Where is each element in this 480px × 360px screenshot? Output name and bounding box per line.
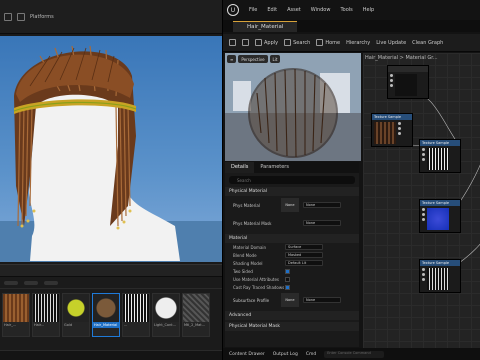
filter-chip[interactable]: [4, 280, 18, 285]
menu-tools[interactable]: Tools: [340, 7, 352, 13]
tab-parameters[interactable]: Parameters: [254, 162, 295, 173]
cast-ray-traced-shadows-row: Cast Ray Traced Shadows: [225, 283, 359, 291]
material-editor-window: U File Edit Asset Window Tools Help Hair…: [222, 0, 480, 360]
asset-tile[interactable]: Hair...: [32, 293, 60, 337]
asset-tile[interactable]: Gold: [62, 293, 90, 337]
phys-mask-row: Phys Material Mask None: [225, 214, 359, 232]
head-silhouette: [28, 84, 180, 262]
search-icon: [284, 39, 292, 46]
apply-button[interactable]: Apply: [255, 39, 278, 46]
texture-sample-node[interactable]: [387, 65, 429, 99]
material-preview-viewport[interactable]: ≡ Perspective Lit: [225, 53, 361, 161]
section-material[interactable]: Material: [225, 234, 359, 243]
console-command-input[interactable]: Enter Console Command: [324, 350, 385, 358]
texture-sample-node[interactable]: Texture Sample: [419, 139, 461, 173]
phys-material-dropdown[interactable]: None: [303, 202, 341, 208]
blend-mode-dropdown[interactable]: Masked: [285, 252, 323, 258]
home-button[interactable]: Home: [316, 39, 340, 46]
cmd-dropdown[interactable]: Cmd: [306, 352, 316, 357]
content-drawer-button[interactable]: Content Drawer: [229, 352, 265, 357]
asset-tile[interactable]: Mtl_2_Mat...: [182, 293, 210, 337]
platforms-menu[interactable]: Platforms: [30, 14, 54, 20]
details-panel: Details Parameters Search Physical Mater…: [225, 162, 359, 347]
section-physical-material-mask[interactable]: Physical Material Mask: [225, 322, 359, 331]
hierarchy-button[interactable]: Hierarchy: [346, 40, 370, 46]
material-graph[interactable]: Hair_Material > Material Gr... Texture S…: [363, 53, 480, 348]
cast-ray-traced-shadows-checkbox[interactable]: [285, 284, 290, 290]
phys-mask-slot[interactable]: [281, 216, 299, 230]
preview-toolbar: ≡ Perspective Lit: [227, 55, 281, 63]
folder-icon: [242, 39, 249, 46]
content-browser-header: [0, 265, 222, 277]
details-tabs: Details Parameters: [225, 162, 359, 173]
shading-model-row: Shading Model Default Lit: [225, 259, 359, 267]
grid-icon[interactable]: [17, 12, 25, 21]
menu-file[interactable]: File: [249, 7, 257, 13]
asset-tile[interactable]: ...: [122, 293, 150, 337]
material-domain-dropdown[interactable]: Surface: [285, 244, 323, 250]
level-viewport[interactable]: [0, 36, 222, 262]
material-domain-row: Material Domain Surface: [225, 243, 359, 251]
content-browser-filters: [0, 277, 222, 289]
lit-button[interactable]: Lit: [269, 55, 281, 63]
preview-sphere-render: [225, 53, 361, 161]
save-button[interactable]: [229, 39, 236, 46]
document-tabs: Hair_Material: [223, 20, 480, 32]
filter-chip[interactable]: [24, 280, 38, 285]
content-browser-status: [0, 350, 222, 360]
home-icon: [316, 39, 324, 46]
search-button[interactable]: Search: [284, 39, 310, 46]
clean-graph-button[interactable]: Clean Graph: [412, 40, 443, 46]
material-toolbar: Apply Search Home Hierarchy Live Update …: [223, 34, 480, 52]
status-bar: Content Drawer Output Log Cmd Enter Cons…: [223, 348, 480, 360]
menu-bar: U File Edit Asset Window Tools Help: [223, 0, 480, 20]
use-material-attributes-row: Use Material Attributes: [225, 275, 359, 283]
live-update-button[interactable]: Live Update: [376, 40, 406, 46]
phys-material-row: Phys Material None None: [225, 196, 359, 214]
tab-hair-material[interactable]: Hair_Material: [233, 21, 298, 32]
filter-chip[interactable]: [44, 280, 58, 285]
texture-sample-node[interactable]: Texture Sample: [371, 113, 413, 147]
hair-mesh-render: [0, 45, 222, 262]
menu-help[interactable]: Help: [363, 7, 374, 13]
section-physical-material[interactable]: Physical Material: [225, 187, 359, 196]
asset-tile-selected[interactable]: Hair_Material: [92, 293, 120, 337]
subsurface-dropdown[interactable]: None: [303, 297, 341, 303]
tab-details[interactable]: Details: [225, 162, 255, 173]
level-editor-toolbar: Platforms: [0, 0, 222, 34]
save-icon: [229, 39, 236, 46]
level-editor-window: Platforms Hair_... Hair... Gold Hair_Mat…: [0, 0, 222, 360]
perspective-button[interactable]: Perspective: [238, 55, 268, 63]
texture-sample-node[interactable]: Texture Sample: [419, 199, 461, 233]
two-sided-row: Two Sided: [225, 267, 359, 275]
asset-grid: Hair_... Hair... Gold Hair_Material ...: [0, 293, 210, 337]
subsurface-profile-row: Subsurface Profile None None: [225, 291, 359, 309]
content-browser: Hair_... Hair... Gold Hair_Material ...: [0, 264, 222, 360]
two-sided-checkbox[interactable]: [285, 268, 290, 274]
browse-button[interactable]: [242, 39, 249, 46]
phys-material-slot[interactable]: None: [281, 198, 299, 212]
output-log-button[interactable]: Output Log: [273, 352, 298, 357]
preview-options-button[interactable]: ≡: [227, 55, 237, 63]
subsurface-slot[interactable]: None: [281, 293, 299, 307]
unreal-logo-icon: U: [227, 4, 239, 16]
shading-model-dropdown[interactable]: Default Lit: [285, 260, 323, 266]
screen: Platforms Hair_... Hair... Gold Hair_Mat…: [0, 0, 480, 360]
texture-sample-node[interactable]: Texture Sample: [419, 259, 461, 293]
menu-window[interactable]: Window: [311, 7, 331, 13]
select-icon[interactable]: [4, 12, 12, 21]
menu-asset[interactable]: Asset: [287, 7, 301, 13]
phys-mask-dropdown[interactable]: None: [303, 220, 341, 226]
check-icon: [255, 39, 262, 46]
use-material-attributes-checkbox[interactable]: [285, 276, 290, 282]
details-search-input[interactable]: Search: [229, 176, 355, 184]
asset-tile[interactable]: Light_Cont...: [152, 293, 180, 337]
section-advanced[interactable]: Advanced: [225, 311, 359, 320]
blend-mode-row: Blend Mode Masked: [225, 251, 359, 259]
menu-edit[interactable]: Edit: [267, 7, 277, 13]
asset-tile[interactable]: Hair_...: [2, 293, 30, 337]
